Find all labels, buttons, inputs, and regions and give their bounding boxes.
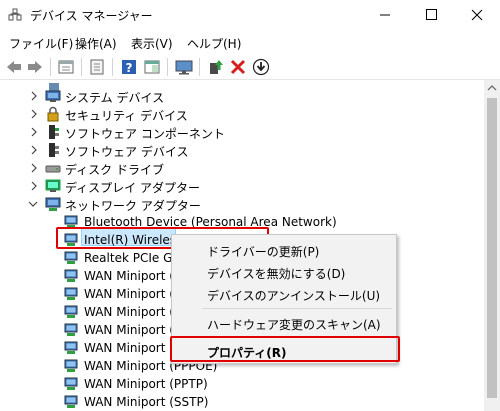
menu-bar: ファイル(F) 操作(A) 表示(V) ヘルプ(H) (0, 30, 500, 54)
context-item-label: ドライバーの更新(P) (207, 245, 320, 259)
svg-text:?: ? (126, 61, 133, 75)
scroll-up-icon[interactable] (484, 80, 500, 96)
toolbar-separator (81, 58, 82, 76)
network-adapter-icon (64, 341, 78, 354)
network-adapter-icon (64, 323, 78, 336)
context-item-disable-device[interactable]: デバイスを無効にする(D) (172, 261, 396, 283)
window-title: デバイス マネージャー (30, 9, 153, 23)
toolbar-separator (50, 58, 51, 76)
tree-device-label: WAN Miniport (L (84, 323, 181, 337)
minimize-button[interactable] (362, 0, 408, 30)
context-item-label: デバイスのアンインストール(U) (207, 289, 381, 303)
tree-device-wan-miniport-sstp[interactable]: WAN Miniport (SSTP) (0, 393, 484, 411)
maximize-button[interactable] (408, 0, 454, 30)
tree-device-label: WAN Miniport (I (84, 269, 178, 283)
close-icon (471, 9, 483, 21)
device-info-icon[interactable] (87, 57, 107, 77)
minimize-icon (380, 14, 390, 16)
network-adapter-icon (64, 359, 78, 372)
monitor-icon[interactable] (174, 57, 194, 77)
tree-device-label: WAN Miniport (I (84, 287, 178, 301)
network-adapter-icon (64, 251, 78, 264)
tree-device-label: WAN Miniport (SSTP) (84, 395, 209, 409)
toolbar-separator (167, 58, 168, 76)
context-menu-separator (202, 308, 392, 309)
tree-device-label: WAN Miniport (I (84, 341, 178, 355)
network-adapter-icon (64, 395, 78, 408)
menu-file[interactable]: ファイル(F) (9, 35, 73, 52)
back-icon[interactable] (4, 57, 24, 77)
context-item-label: デバイスを無効にする(D) (207, 267, 346, 281)
action-pane-icon[interactable] (142, 57, 162, 77)
context-item-update-driver[interactable]: ドライバーの更新(P) (172, 239, 396, 261)
network-adapter-icon (64, 269, 78, 282)
network-adapter-icon (64, 377, 78, 390)
toolbar: ? (0, 54, 500, 80)
menu-action[interactable]: 操作(A) (75, 35, 117, 52)
tree-device-label: WAN Miniport (PPTP) (84, 377, 208, 391)
context-item-scan-hardware[interactable]: ハードウェア変更のスキャン(A) (172, 312, 396, 334)
title-bar: デバイス マネージャー (0, 0, 500, 30)
network-adapter-icon (64, 287, 78, 300)
help-icon[interactable]: ? (119, 57, 139, 77)
scrollbar-thumb[interactable] (487, 98, 497, 398)
menu-help[interactable]: ヘルプ(H) (187, 35, 241, 52)
network-adapter-icon (64, 305, 78, 318)
device-manager-app-icon (8, 8, 22, 21)
download-icon[interactable] (251, 57, 271, 77)
toolbar-separator (112, 58, 113, 76)
toolbar-separator (199, 58, 200, 76)
menu-view[interactable]: 表示(V) (131, 35, 173, 52)
highlight-frame-properties (170, 336, 400, 362)
context-item-label: ハードウェア変更のスキャン(A) (207, 318, 381, 332)
tree-device-label: WAN Miniport (I (84, 305, 178, 319)
update-driver-icon[interactable] (206, 57, 226, 77)
uninstall-icon[interactable] (228, 57, 248, 77)
tree-device-wan-miniport-pptp[interactable]: WAN Miniport (PPTP) (0, 375, 484, 393)
properties-pane-icon[interactable] (56, 57, 76, 77)
maximize-icon (426, 9, 437, 20)
close-button[interactable] (454, 0, 500, 30)
context-item-uninstall-device[interactable]: デバイスのアンインストール(U) (172, 283, 396, 305)
vertical-scrollbar[interactable] (484, 80, 500, 411)
forward-icon[interactable] (25, 57, 45, 77)
